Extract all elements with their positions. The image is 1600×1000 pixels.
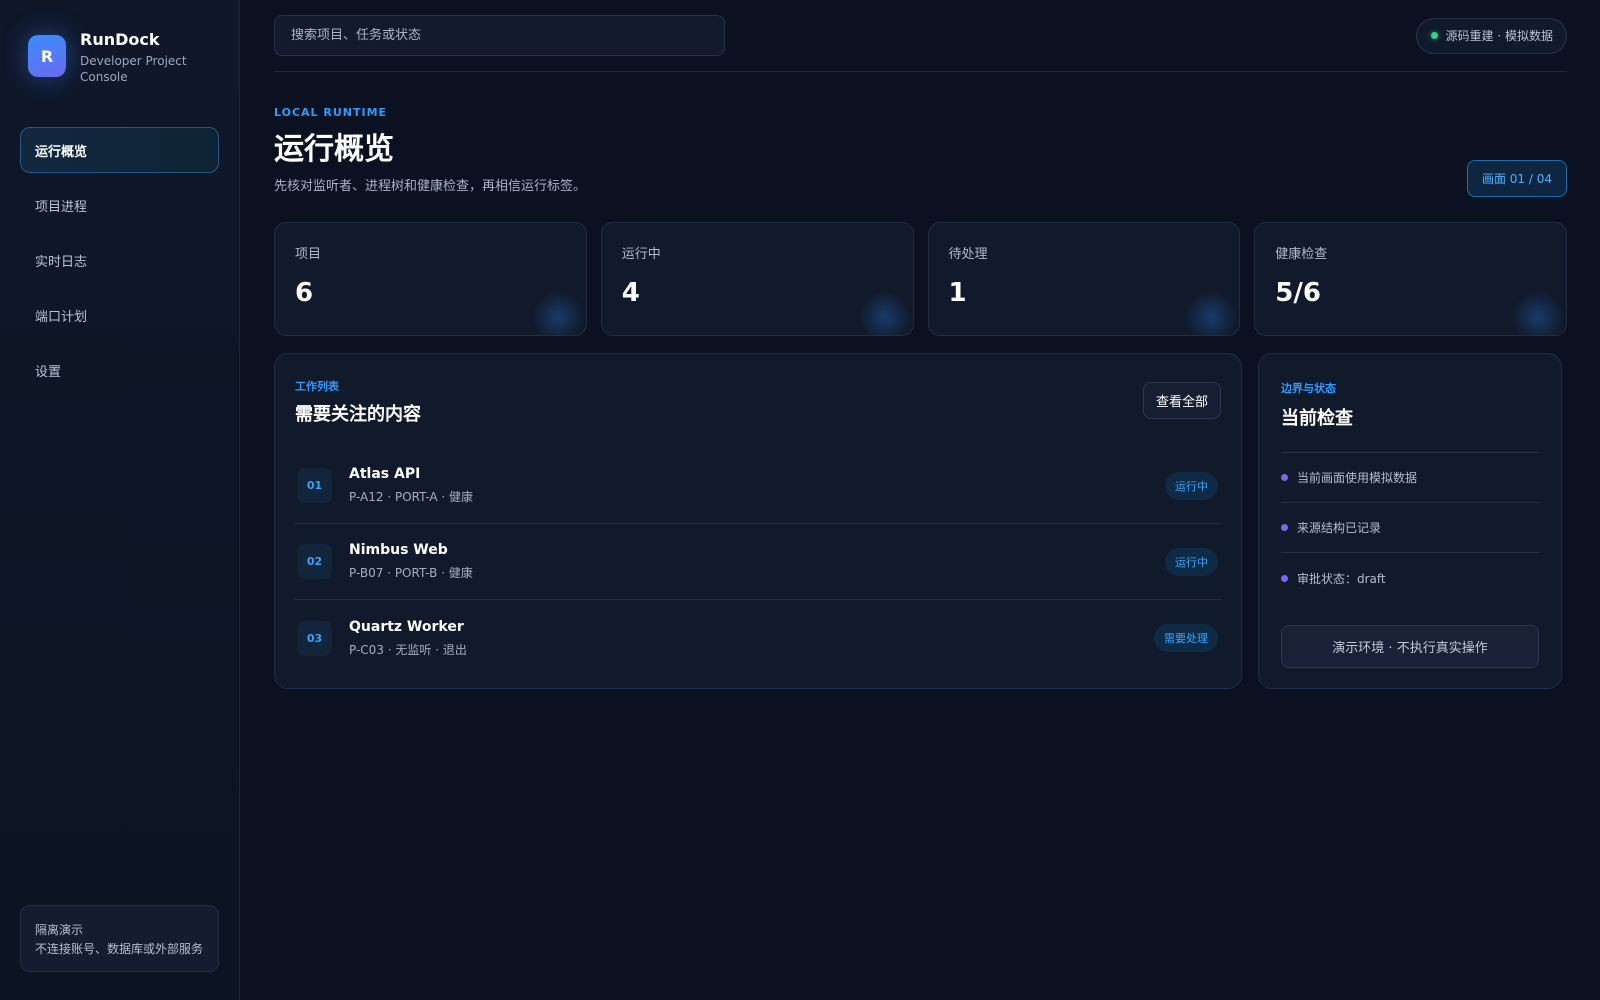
worklist-eyebrow: 工作列表 bbox=[295, 380, 339, 393]
bullet-dot-icon bbox=[1281, 574, 1288, 582]
status-badge: 需要处理 bbox=[1154, 624, 1218, 652]
worklist-panel: 工作列表 需要关注的内容 查看全部 01 Atlas API P-A12 · P… bbox=[274, 353, 1242, 689]
worklist-rows: 01 Atlas API P-A12 · PORT-A · 健康 运行中 02 … bbox=[295, 448, 1221, 676]
page-eyebrow: LOCAL RUNTIME bbox=[274, 106, 388, 119]
list-item[interactable]: 01 Atlas API P-A12 · PORT-A · 健康 运行中 bbox=[295, 448, 1221, 524]
check-item: 当前画面使用模拟数据 bbox=[1281, 453, 1539, 503]
list-item[interactable]: 03 Quartz Worker P-C03 · 无监听 · 退出 需要处理 bbox=[295, 600, 1221, 676]
stat-card-health: 健康检查 5/6 bbox=[1254, 222, 1567, 336]
stat-card-running: 运行中 4 bbox=[600, 222, 914, 336]
sidebar-item-live-logs[interactable]: 实时日志 bbox=[20, 237, 219, 283]
row-number: 03 bbox=[297, 620, 332, 656]
topbar: 源码重建 · 模拟数据 bbox=[274, 0, 1567, 72]
status-text: 源码重建 · 模拟数据 bbox=[1445, 29, 1553, 43]
stat-label: 健康检查 bbox=[1275, 247, 1328, 262]
page-description: 先核对监听者、进程树和健康检查，再相信运行标签。 bbox=[274, 179, 587, 194]
sidebar-nav: 运行概览 项目进程 实时日志 端口计划 设置 bbox=[20, 127, 219, 393]
row-meta: P-B07 · PORT-B · 健康 bbox=[349, 566, 473, 580]
page-header: LOCAL RUNTIME 运行概览 先核对监听者、进程树和健康检查，再相信运行… bbox=[274, 72, 1567, 222]
brand: R RunDock Developer Project Console bbox=[20, 0, 219, 110]
checks-title: 当前检查 bbox=[1281, 408, 1353, 429]
check-item: 来源结构已记录 bbox=[1281, 503, 1539, 553]
status-badge: 运行中 bbox=[1165, 547, 1218, 576]
checks-panel: 边界与状态 当前检查 当前画面使用模拟数据 来源结构已记录 审批状态：draft bbox=[1258, 353, 1562, 689]
main-content: 源码重建 · 模拟数据 LOCAL RUNTIME 运行概览 先核对监听者、进程… bbox=[240, 0, 1600, 1000]
checks-eyebrow: 边界与状态 bbox=[1281, 382, 1336, 395]
stat-value: 1 bbox=[948, 278, 967, 308]
check-item-text: 来源结构已记录 bbox=[1297, 521, 1382, 535]
screen-badge: 画面 01 / 04 bbox=[1466, 160, 1567, 197]
sandbox-notice: 隔离演示 不连接账号、数据库或外部服务 bbox=[20, 905, 219, 972]
sidebar-item-port-plan[interactable]: 端口计划 bbox=[20, 292, 219, 338]
bullet-dot-icon bbox=[1281, 524, 1288, 531]
status-dot-icon bbox=[1430, 32, 1438, 39]
sidebar-item-project-processes[interactable]: 项目进程 bbox=[20, 182, 219, 228]
sandbox-title: 隔离演示 bbox=[35, 923, 84, 937]
status-pill: 源码重建 · 模拟数据 bbox=[1415, 17, 1567, 54]
sandbox-text: 不连接账号、数据库或外部服务 bbox=[35, 942, 204, 956]
sidebar: R RunDock Developer Project Console 运行概览… bbox=[0, 0, 240, 1000]
check-item-text: 当前画面使用模拟数据 bbox=[1297, 471, 1418, 485]
view-all-button[interactable]: 查看全部 bbox=[1142, 382, 1221, 419]
search-input[interactable] bbox=[291, 28, 724, 43]
row-meta: P-A12 · PORT-A · 健康 bbox=[349, 490, 474, 504]
stat-value: 4 bbox=[621, 278, 640, 308]
stat-value: 6 bbox=[295, 278, 314, 308]
list-item[interactable]: 02 Nimbus Web P-B07 · PORT-B · 健康 运行中 bbox=[295, 524, 1221, 600]
row-name: Quartz Worker bbox=[349, 618, 464, 635]
row-number: 01 bbox=[297, 468, 332, 503]
row-number: 02 bbox=[297, 544, 332, 579]
bullet-dot-icon bbox=[1281, 474, 1288, 481]
row-meta: P-C03 · 无监听 · 退出 bbox=[349, 642, 467, 657]
app-logo-icon: R bbox=[28, 35, 66, 77]
demo-environment-button[interactable]: 演示环境 · 不执行真实操作 bbox=[1281, 625, 1539, 668]
row-text: Quartz Worker P-C03 · 无监听 · 退出 bbox=[349, 619, 467, 658]
stat-card-pending: 待处理 1 bbox=[927, 222, 1241, 336]
check-item-text: 审批状态：draft bbox=[1297, 571, 1386, 586]
stat-card-projects: 项目 6 bbox=[274, 222, 587, 336]
page-title: 运行概览 bbox=[274, 132, 394, 167]
brand-text: RunDock Developer Project Console bbox=[80, 30, 190, 85]
check-list: 当前画面使用模拟数据 来源结构已记录 审批状态：draft bbox=[1281, 452, 1539, 603]
check-item: 审批状态：draft bbox=[1281, 553, 1539, 603]
row-name: Atlas API bbox=[349, 466, 421, 482]
row-name: Nimbus Web bbox=[349, 542, 448, 558]
worklist-title: 需要关注的内容 bbox=[295, 404, 421, 425]
brand-subtitle: Developer Project Console bbox=[80, 54, 187, 84]
stats-row: 项目 6 运行中 4 待处理 1 健康检查 5/6 bbox=[274, 222, 1567, 336]
stat-value: 5/6 bbox=[1275, 278, 1321, 308]
stat-label: 运行中 bbox=[621, 247, 661, 262]
stat-label: 待处理 bbox=[948, 247, 988, 262]
row-text: Nimbus Web P-B07 · PORT-B · 健康 bbox=[349, 542, 473, 581]
sidebar-item-settings[interactable]: 设置 bbox=[20, 347, 219, 393]
brand-name: RunDock bbox=[80, 30, 160, 49]
stat-label: 项目 bbox=[295, 247, 322, 262]
row-text: Atlas API P-A12 · PORT-A · 健康 bbox=[349, 466, 473, 505]
search-box bbox=[274, 15, 725, 56]
status-badge: 运行中 bbox=[1165, 471, 1218, 500]
app-root: R RunDock Developer Project Console 运行概览… bbox=[0, 0, 1600, 1000]
lower-section: 工作列表 需要关注的内容 查看全部 01 Atlas API P-A12 · P… bbox=[274, 353, 1567, 689]
sidebar-item-runtime-overview[interactable]: 运行概览 bbox=[20, 127, 219, 173]
